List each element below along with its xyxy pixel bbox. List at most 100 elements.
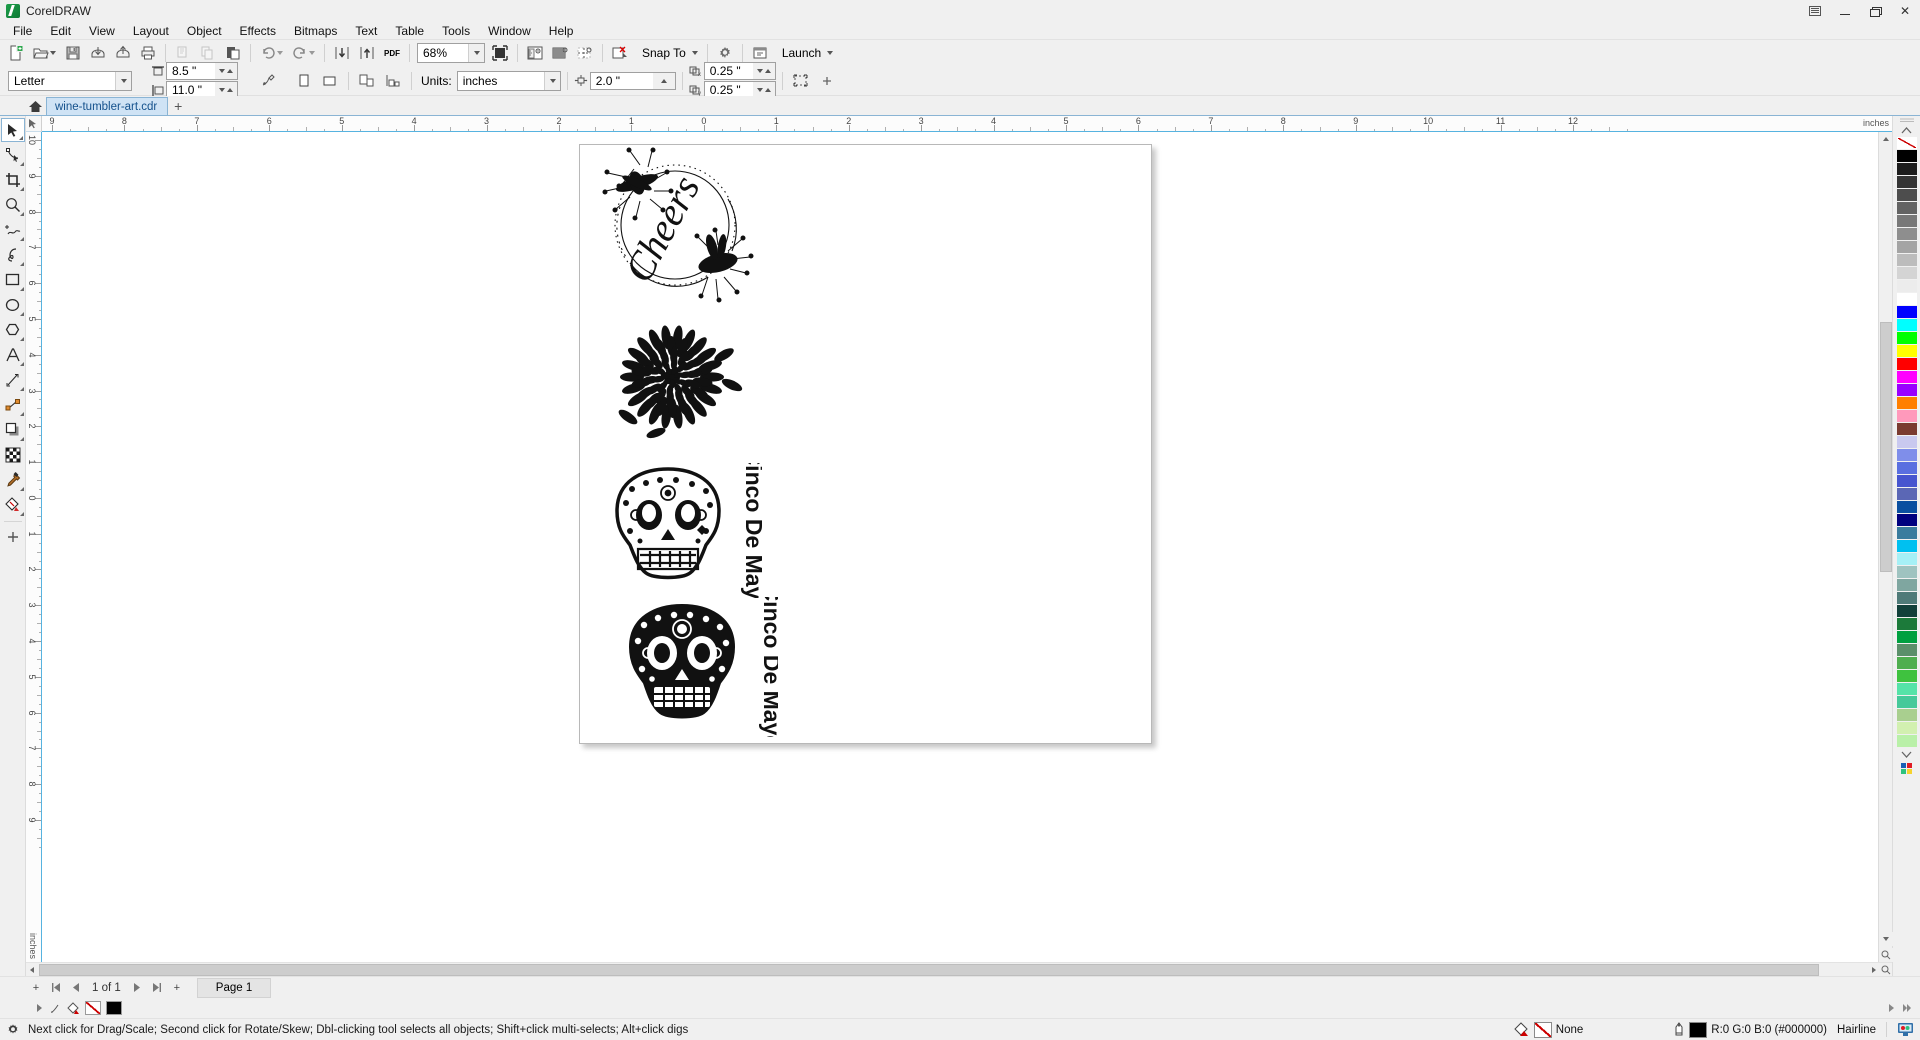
scroll-left-button[interactable] [26, 964, 38, 976]
palette-swatch[interactable] [1895, 696, 1918, 709]
palette-swatch[interactable] [1895, 488, 1918, 501]
palette-swatch[interactable] [1895, 514, 1918, 527]
scroll-right-button[interactable] [1868, 964, 1880, 976]
publish-to-pdf-icon[interactable]: PDF [380, 42, 404, 64]
page-width-spinners[interactable] [215, 63, 237, 79]
launch-button[interactable]: Launch [773, 42, 837, 64]
dimension-tool[interactable] [1, 368, 25, 392]
scroll-down-button[interactable] [1879, 932, 1893, 946]
scroll-up-button[interactable] [1879, 132, 1892, 146]
palette-drag-handle[interactable] [1897, 116, 1917, 124]
print-icon[interactable] [136, 42, 160, 64]
menu-object[interactable]: Object [178, 22, 231, 40]
menu-file[interactable]: File [4, 22, 41, 40]
show-rulers-icon[interactable] [523, 42, 547, 64]
pick-tool[interactable] [0, 118, 25, 142]
palette-swatch[interactable] [1895, 280, 1918, 293]
page-size-combo[interactable]: Letter [8, 70, 132, 91]
page-tab-page-1[interactable]: Page 1 [196, 977, 272, 998]
palette-swatch[interactable] [1895, 670, 1918, 683]
restore-button[interactable] [1860, 0, 1890, 22]
palette-swatch[interactable] [1895, 319, 1918, 332]
horizontal-zoom-button[interactable] [1880, 964, 1892, 976]
zoom-level-dropdown-arrow[interactable] [468, 44, 484, 62]
menu-tools[interactable]: Tools [433, 22, 479, 40]
close-button[interactable]: ✕ [1890, 0, 1920, 22]
palette-swatch[interactable] [1895, 709, 1918, 722]
import-icon[interactable] [86, 42, 110, 64]
palette-swatch[interactable] [1895, 605, 1918, 618]
bleed-area-icon[interactable] [789, 70, 813, 92]
vertical-ruler[interactable]: inches 10 9 8 7 6 5 4 3 2 1 0 1 2 3 4 5 6 7 8 9 [26, 132, 42, 962]
palette-swatch[interactable] [1895, 644, 1918, 657]
palette-swatch[interactable] [1895, 176, 1918, 189]
fill-color-mini-swatch[interactable] [85, 1001, 101, 1015]
previous-page-button[interactable] [66, 978, 86, 998]
palette-swatch[interactable] [1895, 202, 1918, 215]
palette-swatch[interactable] [1895, 306, 1918, 319]
palette-swatch[interactable] [1895, 553, 1918, 566]
horizontal-scroll-thumb[interactable] [39, 963, 1819, 976]
palette-scroll-down-icon[interactable] [1896, 748, 1918, 761]
vertical-scroll-thumb[interactable] [1880, 322, 1892, 572]
palette-swatch[interactable] [1895, 267, 1918, 280]
palette-swatch[interactable] [1895, 683, 1918, 696]
options-gear-icon[interactable] [713, 42, 737, 64]
palette-swatch[interactable] [1895, 592, 1918, 605]
palette-swatch[interactable] [1895, 618, 1918, 631]
outline-status-group[interactable]: R:0 G:0 B:0 (#000000) Hairline [1673, 1021, 1876, 1038]
palette-swatch[interactable] [1895, 332, 1918, 345]
ruler-origin-corner[interactable] [26, 116, 42, 132]
palette-swatch[interactable] [1895, 241, 1918, 254]
drawing-window[interactable]: Cheers inco De Ma inco De May [42, 132, 1878, 962]
document-tab-wine-tumbler-art[interactable]: wine-tumbler-art.cdr [46, 97, 169, 115]
palette-swatch[interactable] [1895, 254, 1918, 267]
menu-effects[interactable]: Effects [231, 22, 285, 40]
color-proof-icon[interactable] [1897, 1022, 1914, 1037]
next-page-button[interactable] [127, 978, 147, 998]
edit-page-size-icon[interactable] [256, 70, 280, 92]
fill-status-group[interactable]: None [1514, 1021, 1583, 1038]
palette-swatch[interactable] [1895, 631, 1918, 644]
full-screen-preview-icon[interactable] [488, 42, 512, 64]
fill-color-swatch[interactable] [1533, 1021, 1552, 1038]
sugar-skull-filled[interactable]: Cinco De Mayo [618, 597, 778, 737]
zoom-to-fit-button[interactable] [1879, 948, 1893, 962]
palette-swatch[interactable] [1895, 540, 1918, 553]
palette-swatch[interactable] [1895, 462, 1918, 475]
palette-swatch[interactable] [1895, 475, 1918, 488]
palette-swatch[interactable] [1895, 358, 1918, 371]
launch-app-icon[interactable] [748, 42, 772, 64]
sugar-skull-outline[interactable]: Cinco De Mayo [602, 463, 762, 598]
palette-swatch[interactable] [1895, 735, 1918, 748]
page-width-field[interactable]: 8.5 " [166, 62, 238, 80]
ellipse-tool[interactable] [1, 293, 25, 317]
menu-edit[interactable]: Edit [41, 22, 80, 40]
add-property-icon[interactable] [815, 70, 839, 92]
strip-expand-arrow-icon[interactable] [34, 1003, 44, 1013]
first-page-button[interactable] [46, 978, 66, 998]
palette-swatch[interactable] [1895, 163, 1918, 176]
export-icon[interactable] [111, 42, 135, 64]
shape-tool[interactable] [1, 143, 25, 167]
palette-options-icon[interactable] [1896, 761, 1918, 777]
horizontal-ruler[interactable]: inches 9 8 7 6 5 4 3 2 1 0 1 2 3 4 5 6 7 8 9 10 11 12 [42, 116, 1892, 132]
text-tool[interactable] [1, 343, 25, 367]
landscape-orientation-icon[interactable] [318, 70, 342, 92]
palette-swatch[interactable] [1895, 436, 1918, 449]
palette-swatch[interactable] [1895, 449, 1918, 462]
open-document-button[interactable] [29, 42, 60, 64]
menu-layout[interactable]: Layout [124, 22, 178, 40]
rectangle-tool[interactable] [1, 268, 25, 292]
outline-color-mini-swatch[interactable] [106, 1001, 122, 1015]
page-size-dropdown-arrow[interactable] [115, 71, 131, 90]
all-pages-icon[interactable] [355, 70, 379, 92]
palette-swatch[interactable] [1895, 189, 1918, 202]
palette-swatch[interactable] [1895, 410, 1918, 423]
palette-swatch[interactable] [1895, 345, 1918, 358]
dahlia-flower[interactable] [600, 313, 755, 443]
menu-table[interactable]: Table [386, 22, 433, 40]
snap-to-button[interactable]: Snap To [633, 42, 702, 64]
new-document-icon[interactable] [4, 42, 28, 64]
palette-swatch[interactable] [1895, 423, 1918, 436]
